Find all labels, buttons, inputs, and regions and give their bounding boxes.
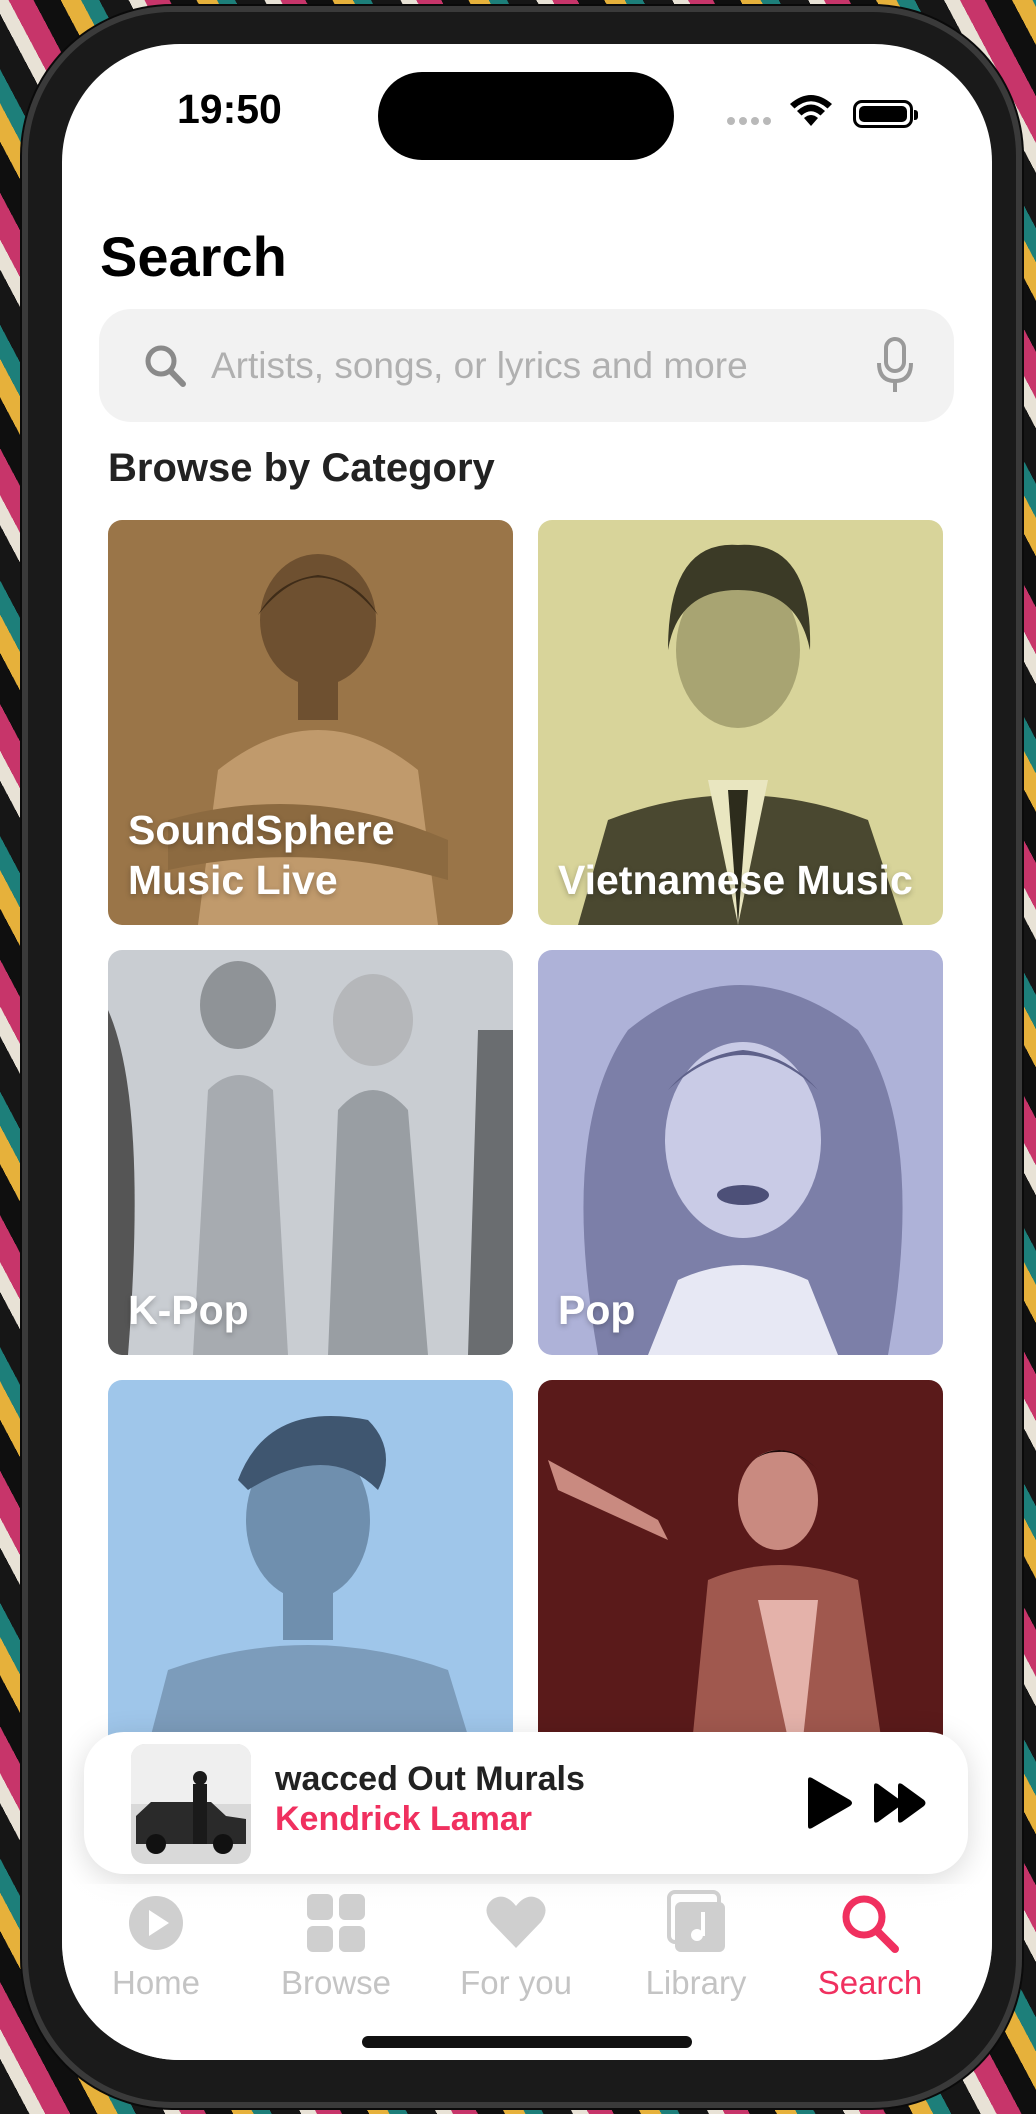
category-card-pop[interactable]: Pop xyxy=(538,950,943,1355)
tab-label: For you xyxy=(460,1964,572,2001)
battery-icon xyxy=(853,100,918,128)
category-label: Vietnamese Music xyxy=(558,857,913,903)
category-card-soundsphere[interactable]: SoundSphere Music Live xyxy=(108,520,513,925)
home-icon xyxy=(129,1896,183,1950)
tab-browse[interactable]: Browse xyxy=(256,1890,416,2002)
search-bar[interactable] xyxy=(99,309,954,422)
heart-icon xyxy=(486,1896,546,1948)
tab-label: Search xyxy=(817,1964,923,2001)
category-card-6[interactable] xyxy=(538,1380,943,1785)
tab-for-you[interactable]: For you xyxy=(436,1890,596,2002)
tab-label: Browse xyxy=(280,1964,392,2001)
tab-label: Library xyxy=(645,1964,747,2001)
category-label: SoundSphere Music Live xyxy=(128,807,395,903)
now-playing-artist[interactable]: Kendrick Lamar xyxy=(275,1800,532,1839)
tab-home[interactable]: Home xyxy=(76,1890,236,2002)
category-card-kpop[interactable]: K-Pop xyxy=(108,950,513,1355)
page-title: Search xyxy=(100,225,287,288)
play-icon[interactable] xyxy=(802,1776,854,1830)
tab-search[interactable]: Search xyxy=(790,1890,950,2002)
dynamic-island xyxy=(378,72,674,160)
forward-icon[interactable] xyxy=(872,1782,928,1824)
library-icon xyxy=(667,1890,725,1952)
mic-icon[interactable] xyxy=(875,337,915,395)
status-time: 19:50 xyxy=(177,86,282,132)
category-label: K-Pop xyxy=(128,1287,249,1333)
tab-library[interactable]: Library xyxy=(616,1890,776,2002)
tab-label: Home xyxy=(111,1964,201,2001)
search-icon xyxy=(143,343,187,389)
cellular-icon xyxy=(727,112,775,125)
category-card-5[interactable] xyxy=(108,1380,513,1785)
card-artwork xyxy=(108,1380,513,1785)
search-input[interactable] xyxy=(211,331,851,401)
grid-icon xyxy=(307,1894,365,1952)
category-card-vietnamese[interactable]: Vietnamese Music xyxy=(538,520,943,925)
card-artwork xyxy=(538,1380,943,1785)
home-indicator[interactable] xyxy=(362,2036,692,2048)
now-playing-title: wacced Out Murals xyxy=(275,1760,585,1798)
wifi-icon xyxy=(789,94,833,128)
app-screen: 19:50 Search Browse xyxy=(62,44,992,2060)
browse-section-title: Browse by Category xyxy=(108,446,495,490)
category-label: Pop xyxy=(558,1287,636,1333)
mini-player[interactable]: wacced Out Murals Kendrick Lamar xyxy=(84,1732,968,1874)
search-icon xyxy=(842,1895,899,1953)
now-playing-artwork xyxy=(131,1744,251,1864)
